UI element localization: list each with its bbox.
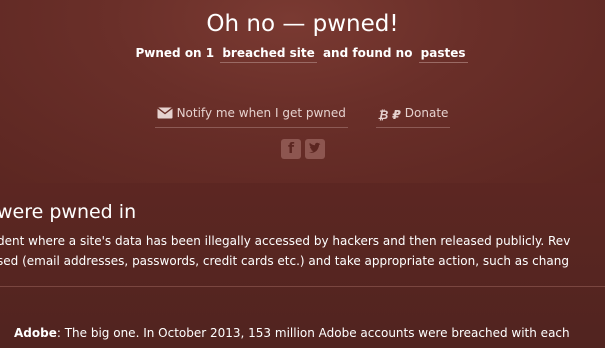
facebook-icon[interactable]: f	[281, 139, 301, 159]
page: Oh no — pwned! Pwned on 1 breached site …	[0, 0, 605, 348]
page-title: Oh no — pwned!	[206, 11, 399, 37]
summary-prefix: Pwned on 1	[135, 46, 215, 60]
pwned-summary: Pwned on 1 breached site and found no pa…	[0, 45, 605, 63]
notify-me-label: Notify me when I get pwned	[176, 106, 346, 120]
action-links: Notify me when I get pwned ₿ ₽ Donate	[0, 105, 605, 128]
envelope-icon	[156, 107, 173, 123]
social-share: f	[281, 139, 341, 161]
breaches-description-line: dent where a site's data has been illega…	[0, 234, 571, 248]
notify-me-link[interactable]: Notify me when I get pwned	[154, 105, 348, 128]
breach-item: Adobe: The big one. In October 2013, 153…	[14, 325, 570, 341]
breaches-description-line: sed (email addresses, passwords, credit …	[0, 254, 569, 268]
section-divider	[0, 286, 605, 287]
breached-site-link[interactable]: breached site	[220, 46, 317, 63]
pwned-hero: Oh no — pwned! Pwned on 1 breached site …	[0, 0, 605, 183]
breach-name: Adobe	[14, 326, 57, 340]
donate-label: Donate	[404, 106, 449, 120]
summary-mid: and found no	[322, 46, 413, 60]
bitcoin-paypal-icon: ₿ ₽	[377, 108, 401, 122]
breach-description: : The big one. In October 2013, 153 mill…	[56, 326, 570, 340]
breaches-heading: were pwned in	[0, 201, 137, 223]
pastes-link[interactable]: pastes	[418, 46, 468, 63]
twitter-icon[interactable]	[305, 139, 325, 159]
breaches-description: dent where a site's data has been illega…	[0, 231, 570, 271]
donate-link[interactable]: ₿ ₽ Donate	[375, 105, 451, 128]
